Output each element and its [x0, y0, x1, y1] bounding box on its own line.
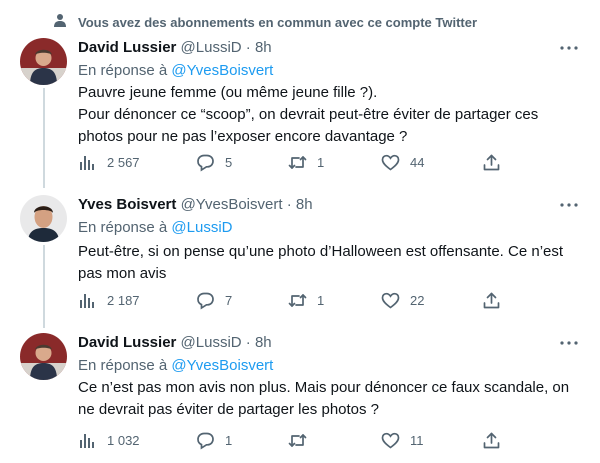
separator-dot: ·	[245, 334, 251, 351]
share-button[interactable]	[482, 289, 501, 311]
author-name[interactable]: David Lussier	[78, 334, 176, 351]
tweet-text: Ce n’est pas mon avis non plus. Mais pou…	[78, 377, 578, 421]
reply-button[interactable]: 5	[196, 151, 232, 173]
retweet-button[interactable]: 1	[288, 151, 324, 173]
views-button[interactable]: 2 187	[78, 289, 140, 311]
tweet-text-line: Pauvre jeune femme (ou même jeune fille …	[78, 84, 378, 101]
reply-button[interactable]: 7	[196, 289, 232, 311]
analytics-icon	[80, 433, 94, 448]
share-icon	[483, 432, 500, 448]
views-count: 1 032	[107, 432, 140, 448]
tweet-time[interactable]: 8h	[255, 39, 272, 56]
reply-mention-link[interactable]: @LussiD	[171, 219, 232, 236]
reply-context: En réponse à @YvesBoisvert	[78, 61, 273, 81]
tweet-text-line: Peut-être, si on pense qu’une photo d’Ha…	[78, 243, 564, 260]
views-button[interactable]: 1 032	[78, 429, 140, 451]
social-context: Vous avez des abonnements en commun avec…	[0, 0, 600, 36]
retweet-icon	[288, 293, 307, 307]
views-count: 2 567	[107, 154, 140, 170]
separator-dot: ·	[245, 39, 251, 56]
retweet-count: 1	[317, 154, 325, 170]
reply-context: En réponse à @YvesBoisvert	[78, 356, 273, 376]
views-count: 2 187	[107, 292, 140, 308]
tweet-text-line: photos pour ne pas l’exposer encore dava…	[78, 128, 408, 145]
avatar[interactable]	[20, 195, 67, 242]
reply-count: 5	[225, 154, 233, 170]
analytics-icon	[80, 155, 94, 170]
reply-mention-link[interactable]: @YvesBoisvert	[171, 62, 273, 79]
avatar[interactable]	[20, 333, 67, 380]
retweet-button[interactable]	[288, 429, 317, 451]
tweet-time[interactable]: 8h	[296, 196, 313, 213]
tweet-text: Pauvre jeune femme (ou même jeune fille …	[78, 82, 578, 148]
author-handle[interactable]: @LussiD	[181, 39, 242, 56]
share-icon	[483, 292, 500, 308]
tweet[interactable]: David Lussier @LussiD · 8h En réponse à …	[0, 333, 600, 461]
author-handle[interactable]: @YvesBoisvert	[181, 196, 283, 213]
author-handle[interactable]: @LussiD	[181, 334, 242, 351]
reply-mention-link[interactable]: @YvesBoisvert	[171, 357, 273, 374]
like-count: 44	[410, 154, 425, 170]
reply-context: En réponse à @LussiD	[78, 218, 232, 238]
tweet-actions: 1 032 1 11	[78, 429, 518, 451]
tweet-text-line: pas mon avis	[78, 265, 167, 282]
tweet-header: David Lussier @LussiD · 8h	[78, 38, 272, 58]
tweet-text-line: ne devrait pas éviter de partager les ph…	[78, 401, 380, 418]
tweet-text-line: Pour dénoncer ce “scoop”, on devrait peu…	[78, 106, 539, 123]
heart-icon	[381, 432, 400, 449]
reply-count: 7	[225, 292, 233, 308]
tweet-header: Yves Boisvert @YvesBoisvert · 8h	[78, 195, 313, 215]
tweet-text-line: Ce n’est pas mon avis non plus. Mais pou…	[78, 379, 570, 396]
reply-count: 1	[225, 432, 233, 448]
more-icon[interactable]	[558, 337, 580, 349]
reply-icon	[197, 292, 214, 310]
share-button[interactable]	[482, 429, 501, 451]
avatar[interactable]	[20, 38, 67, 85]
like-button[interactable]: 44	[381, 151, 424, 173]
tweet-actions: 2 567 5 1 44	[78, 151, 518, 173]
share-icon	[483, 154, 500, 170]
tweet[interactable]: David Lussier @LussiD · 8h En réponse à …	[0, 38, 600, 178]
retweet-icon	[288, 433, 307, 447]
like-count: 22	[410, 292, 425, 308]
heart-icon	[381, 154, 400, 171]
tweet-time[interactable]: 8h	[255, 334, 272, 351]
more-icon[interactable]	[558, 199, 580, 211]
reply-button[interactable]: 1	[196, 429, 232, 451]
reply-icon	[197, 154, 214, 172]
heart-icon	[381, 292, 400, 309]
retweet-count: 1	[317, 292, 325, 308]
analytics-icon	[80, 293, 94, 308]
reply-icon	[197, 432, 214, 450]
separator-dot: ·	[286, 196, 292, 213]
tweet-text: Peut-être, si on pense qu’une photo d’Ha…	[78, 241, 578, 285]
tweet[interactable]: Yves Boisvert @YvesBoisvert · 8h En répo…	[0, 195, 600, 320]
views-button[interactable]: 2 567	[78, 151, 140, 173]
retweet-button[interactable]: 1	[288, 289, 324, 311]
more-icon[interactable]	[558, 42, 580, 54]
person-icon	[54, 14, 66, 27]
retweet-icon	[288, 155, 307, 169]
reply-prefix: En réponse à	[78, 62, 168, 79]
tweet-actions: 2 187 7 1 22	[78, 289, 518, 311]
like-button[interactable]: 22	[381, 289, 424, 311]
reply-prefix: En réponse à	[78, 357, 168, 374]
social-context-text: Vous avez des abonnements en commun avec…	[78, 15, 478, 30]
tweet-header: David Lussier @LussiD · 8h	[78, 333, 272, 353]
author-name[interactable]: Yves Boisvert	[78, 196, 176, 213]
like-button[interactable]: 11	[381, 429, 424, 451]
like-count: 11	[410, 432, 424, 448]
share-button[interactable]	[482, 151, 501, 173]
reply-prefix: En réponse à	[78, 219, 168, 236]
author-name[interactable]: David Lussier	[78, 39, 176, 56]
